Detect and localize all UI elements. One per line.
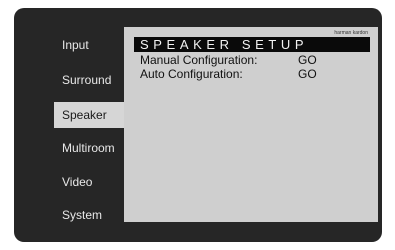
panel-title: SPEAKER SETUP xyxy=(134,37,370,52)
sidebar-item-label: Video xyxy=(62,175,93,189)
sidebar-item-label: Surround xyxy=(62,73,112,87)
sidebar-item-input[interactable]: Input xyxy=(54,32,124,58)
manual-configuration-row: Manual Configuration: GO xyxy=(140,53,360,67)
auto-configuration-label: Auto Configuration: xyxy=(140,67,243,81)
brand-logo: harman kardon xyxy=(334,30,368,36)
sidebar-item-label: Multiroom xyxy=(62,141,115,155)
sidebar-item-label: Input xyxy=(62,38,89,52)
sidebar-item-video[interactable]: Video xyxy=(54,169,124,195)
manual-configuration-go-button[interactable]: GO xyxy=(298,53,317,67)
auto-configuration-row: Auto Configuration: GO xyxy=(140,67,360,81)
sidebar-item-multiroom[interactable]: Multiroom xyxy=(54,135,124,161)
sidebar-item-label: Speaker xyxy=(62,108,107,122)
sidebar-item-system[interactable]: System xyxy=(54,202,124,228)
auto-configuration-go-button[interactable]: GO xyxy=(298,67,317,81)
screen: Input Surround Speaker Multiroom Video S… xyxy=(0,0,395,250)
sidebar-item-speaker[interactable]: Speaker xyxy=(54,102,126,128)
speaker-setup-panel: harman kardon SPEAKER SETUP Manual Confi… xyxy=(124,27,378,222)
sidebar-item-surround[interactable]: Surround xyxy=(54,67,124,93)
manual-configuration-label: Manual Configuration: xyxy=(140,53,258,67)
sidebar-menu: Input Surround Speaker Multiroom Video S… xyxy=(54,32,126,232)
sidebar-item-label: System xyxy=(62,208,103,222)
